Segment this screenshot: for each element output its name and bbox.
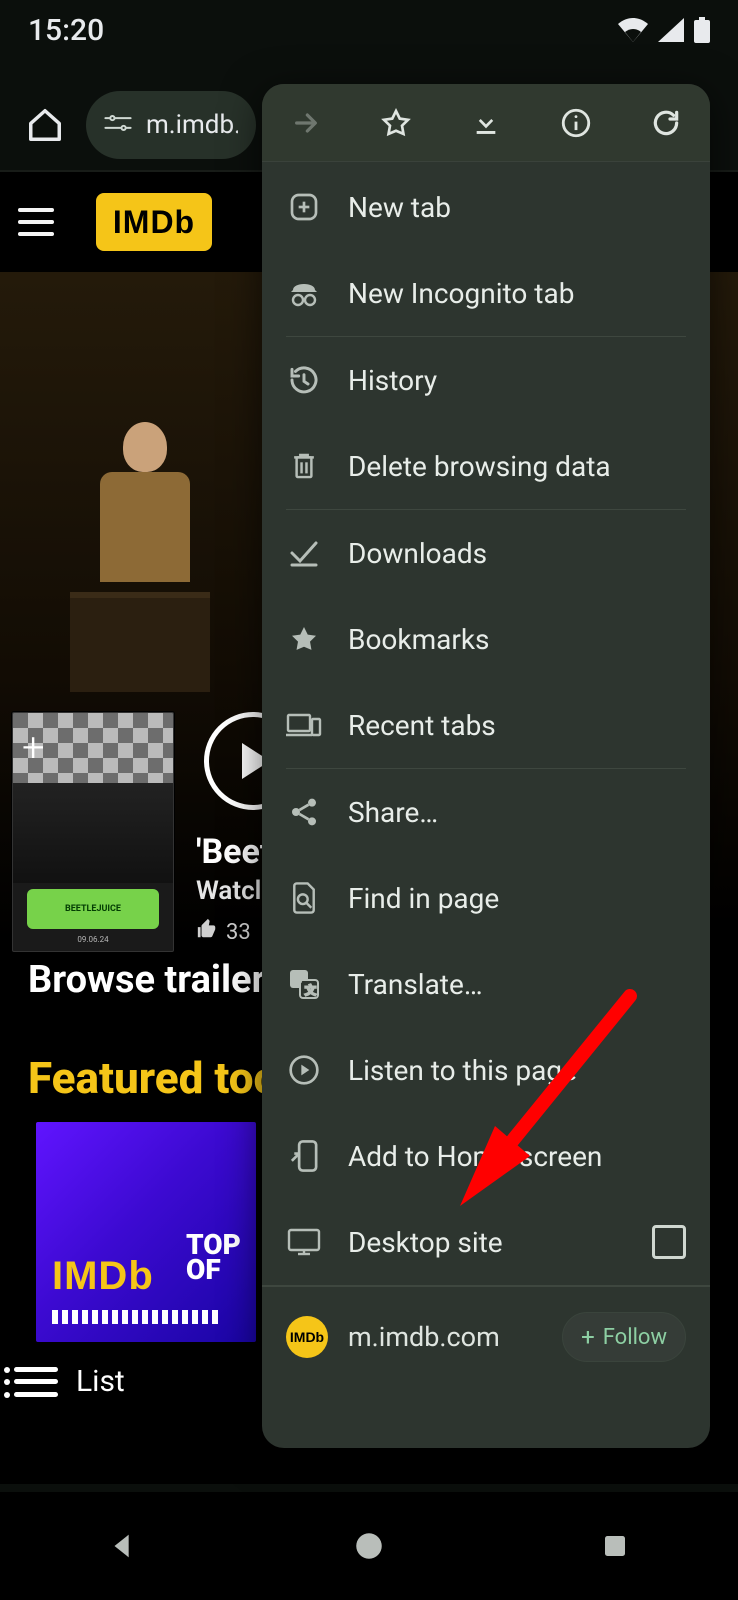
- menu-bookmarks-label: Bookmarks: [348, 623, 490, 656]
- list-label: List: [76, 1364, 125, 1399]
- list-icon: [14, 1367, 58, 1397]
- clock: 15:20: [28, 13, 104, 48]
- imdb-logo[interactable]: IMDb: [96, 193, 212, 251]
- play-circle-icon: [286, 1052, 322, 1088]
- site-favicon: IMDb: [286, 1316, 328, 1358]
- svg-text:文: 文: [305, 983, 317, 997]
- menu-desktop-site[interactable]: Desktop site: [262, 1199, 710, 1285]
- incognito-icon: [286, 275, 322, 311]
- menu-site-host: m.imdb.com: [348, 1321, 500, 1353]
- menu-add-to-home[interactable]: Add to Home screen: [262, 1113, 710, 1199]
- menu-share-label: Share…: [348, 796, 438, 829]
- wifi-icon: [618, 18, 648, 42]
- history-icon: [286, 362, 322, 398]
- card-toptext: TOPOF: [186, 1232, 241, 1282]
- menu-downloads-label: Downloads: [348, 537, 487, 570]
- menu-add-home-label: Add to Home screen: [348, 1140, 602, 1173]
- devices-icon: [286, 707, 322, 743]
- battery-icon: [694, 17, 710, 43]
- card-brand: IMDb: [52, 1254, 154, 1299]
- plus-icon: +: [581, 1325, 595, 1349]
- menu-listen[interactable]: Listen to this page: [262, 1027, 710, 1113]
- menu-recent-tabs[interactable]: Recent tabs: [262, 682, 710, 768]
- menu-new-tab[interactable]: New tab: [262, 164, 710, 250]
- svg-text:G: G: [294, 973, 302, 986]
- desktop-site-checkbox[interactable]: [652, 1225, 686, 1259]
- url-bar[interactable]: m.imdb.c: [86, 91, 256, 159]
- share-icon: [286, 794, 322, 830]
- menu-bookmarks[interactable]: Bookmarks: [262, 596, 710, 682]
- menu-downloads[interactable]: Downloads: [262, 510, 710, 596]
- nav-back-icon[interactable]: [98, 1521, 148, 1571]
- poster-title-1: BEETLEJUICE: [65, 904, 121, 914]
- menu-share[interactable]: Share…: [262, 769, 710, 855]
- find-in-page-icon: [286, 880, 322, 916]
- home-icon[interactable]: [18, 98, 72, 152]
- hero-image-lectern: [70, 592, 210, 692]
- star-filled-icon: [286, 621, 322, 657]
- nav-recent-icon[interactable]: [590, 1521, 640, 1571]
- follow-label: Follow: [603, 1325, 667, 1350]
- url-text: m.imdb.c: [146, 110, 238, 140]
- hero-likes: 33: [196, 918, 251, 946]
- follow-button[interactable]: + Follow: [562, 1312, 686, 1362]
- trash-icon: [286, 448, 322, 484]
- menu-translate-label: Translate…: [348, 968, 483, 1001]
- add-to-watchlist-icon[interactable]: +: [22, 724, 45, 771]
- menu-listen-label: Listen to this page: [348, 1054, 577, 1087]
- menu-site-row[interactable]: IMDb m.imdb.com + Follow: [262, 1287, 710, 1387]
- desktop-icon: [286, 1224, 322, 1260]
- browser-overflow-menu: New tab New Incognito tab History Delete…: [262, 84, 710, 1448]
- add-to-home-icon: [286, 1138, 322, 1174]
- menu-recent-tabs-label: Recent tabs: [348, 709, 496, 742]
- menu-history[interactable]: History: [262, 337, 710, 423]
- new-tab-icon: [286, 189, 322, 225]
- reload-icon[interactable]: [646, 103, 686, 143]
- translate-icon: G文: [286, 966, 322, 1002]
- hamburger-icon[interactable]: [18, 195, 72, 249]
- menu-desktop-label: Desktop site: [348, 1226, 503, 1259]
- menu-find-in-page[interactable]: Find in page: [262, 855, 710, 941]
- menu-new-incognito[interactable]: New Incognito tab: [262, 250, 710, 336]
- hero-like-count: 33: [226, 920, 251, 945]
- thumbs-up-icon: [196, 918, 218, 946]
- menu-new-incognito-label: New Incognito tab: [348, 277, 574, 310]
- hero-title: 'Beet: [196, 832, 271, 872]
- featured-card[interactable]: IMDb TOPOF: [36, 1122, 256, 1342]
- menu-translate[interactable]: G文 Translate…: [262, 941, 710, 1027]
- downloads-check-icon: [286, 535, 322, 571]
- bookmark-star-icon[interactable]: [376, 103, 416, 143]
- forward-icon[interactable]: [286, 103, 326, 143]
- menu-history-label: History: [348, 364, 437, 397]
- card-stripes: [52, 1310, 222, 1324]
- status-icons: [618, 17, 710, 43]
- hero-subtitle: Watcl: [196, 876, 261, 906]
- menu-top-row: [262, 84, 710, 162]
- download-icon[interactable]: [466, 103, 506, 143]
- menu-find-label: Find in page: [348, 882, 499, 915]
- menu-new-tab-label: New tab: [348, 191, 451, 224]
- menu-delete-browsing-label: Delete browsing data: [348, 450, 611, 483]
- poster-date: 09.06.24: [13, 935, 173, 944]
- system-nav-bar: [0, 1492, 738, 1600]
- signal-icon: [658, 18, 684, 42]
- status-bar: 15:20: [0, 0, 738, 60]
- info-icon[interactable]: [556, 103, 596, 143]
- menu-delete-browsing-data[interactable]: Delete browsing data: [262, 423, 710, 509]
- nav-home-icon[interactable]: [344, 1521, 394, 1571]
- site-settings-icon: [104, 113, 132, 137]
